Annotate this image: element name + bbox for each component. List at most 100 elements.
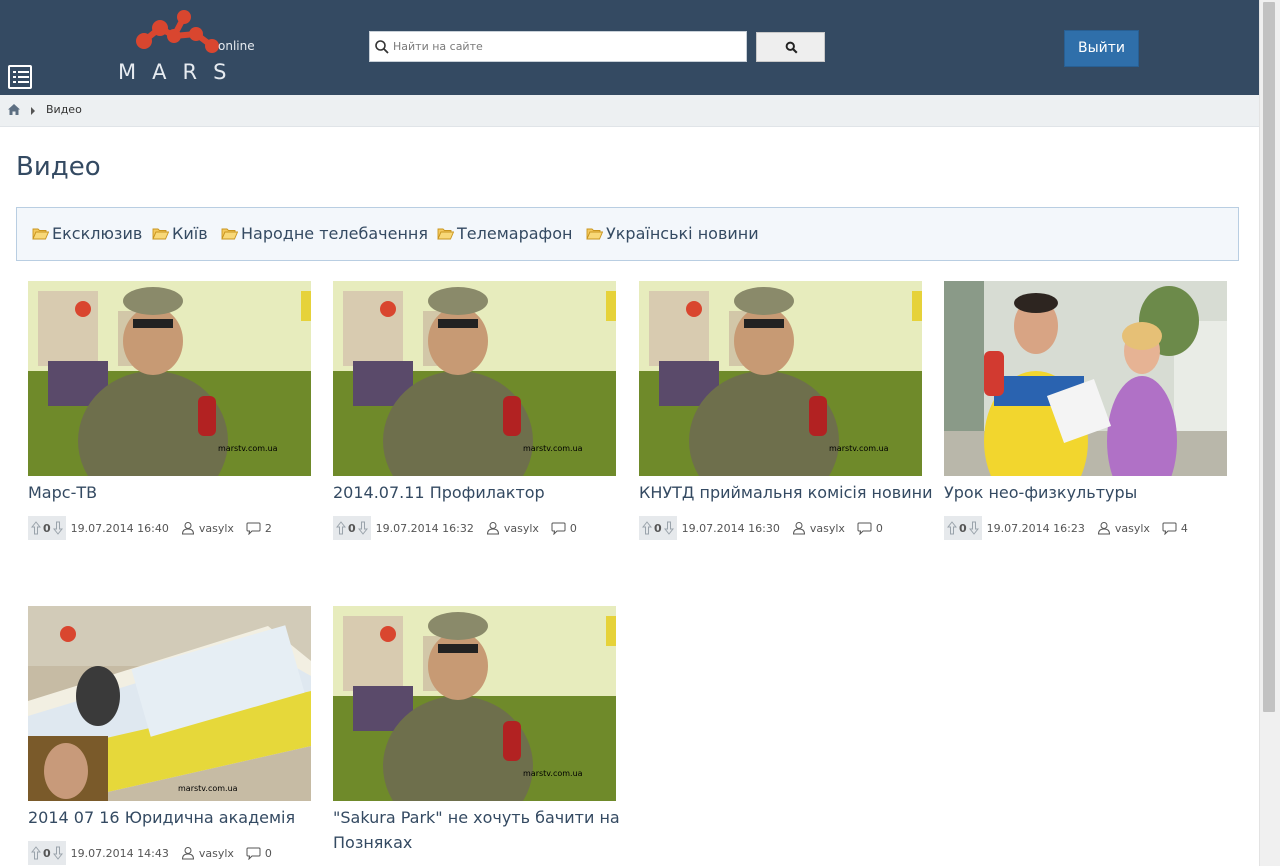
arrow-down-icon[interactable] bbox=[52, 521, 63, 535]
vote-box: 0 bbox=[28, 516, 66, 540]
folder-open-icon bbox=[221, 228, 238, 240]
vote-count: 0 bbox=[654, 521, 662, 535]
video-thumbnail[interactable] bbox=[944, 281, 1227, 476]
video-date: 19.07.2014 16:40 bbox=[71, 522, 169, 535]
video-card[interactable]: marstv.com.ua "Sakura Park" не хочуть ба… bbox=[333, 606, 620, 852]
video-thumbnail-image: marstv.com.ua bbox=[639, 281, 922, 476]
video-author[interactable]: vasylx bbox=[486, 521, 539, 535]
category-link[interactable]: Ексклюзив bbox=[32, 224, 142, 243]
menu-list-icon[interactable] bbox=[8, 65, 32, 89]
user-icon bbox=[792, 522, 805, 535]
video-author[interactable]: vasylx bbox=[181, 521, 234, 535]
video-title[interactable]: Марс-ТВ bbox=[28, 480, 338, 505]
video-date-text: 19.07.2014 16:30 bbox=[681, 521, 780, 535]
video-watermark: marstv.com.ua bbox=[829, 444, 889, 453]
scrollbar-thumb[interactable] bbox=[1263, 2, 1275, 712]
arrow-up-icon[interactable] bbox=[31, 521, 41, 535]
category-link[interactable]: Народне телебачення bbox=[221, 224, 428, 243]
arrow-up-icon[interactable] bbox=[31, 846, 41, 860]
video-author[interactable]: vasylx bbox=[181, 846, 234, 860]
video-comment-count: 0 bbox=[569, 521, 577, 535]
folder-open-icon bbox=[32, 228, 49, 240]
category-label: Народне телебачення bbox=[241, 224, 428, 243]
video-date: 19.07.2014 16:23 bbox=[987, 522, 1085, 535]
video-author-name: vasylx bbox=[1114, 521, 1150, 535]
video-thumbnail[interactable]: marstv.com.ua bbox=[639, 281, 922, 476]
arrow-down-icon[interactable] bbox=[663, 521, 674, 535]
video-comments[interactable]: 0 bbox=[551, 522, 577, 535]
video-date-text: 19.07.2014 16:32 bbox=[375, 521, 474, 535]
category-link[interactable]: Київ bbox=[152, 224, 208, 243]
video-thumbnail[interactable]: marstv.com.ua bbox=[28, 281, 311, 476]
search-icon bbox=[375, 40, 389, 54]
user-icon bbox=[181, 847, 194, 860]
category-link[interactable]: Телемарафон bbox=[437, 224, 572, 243]
vote-box: 0 bbox=[333, 516, 371, 540]
video-card[interactable]: marstv.com.ua Марс-ТВ 0 19.07.2014 16:40… bbox=[28, 281, 311, 540]
video-title[interactable]: КНУТД приймальня комісія новини bbox=[639, 480, 949, 505]
search-input[interactable] bbox=[393, 32, 743, 61]
video-comments[interactable]: 2 bbox=[246, 522, 272, 535]
video-thumbnail[interactable]: marstv.com.ua bbox=[28, 606, 311, 801]
video-author-name: vasylx bbox=[503, 521, 539, 535]
video-title[interactable]: 2014 07 16 Юридична академія bbox=[28, 805, 338, 830]
home-icon[interactable] bbox=[8, 104, 20, 115]
video-author[interactable]: vasylx bbox=[792, 521, 845, 535]
video-thumbnail-image: marstv.com.ua bbox=[333, 606, 616, 801]
video-comments[interactable]: 0 bbox=[857, 522, 883, 535]
video-thumbnail-image bbox=[944, 281, 1227, 476]
video-meta: 0 19.07.2014 16:32 vasylx 0 bbox=[333, 516, 589, 540]
search-button[interactable] bbox=[756, 32, 825, 62]
video-watermark: marstv.com.ua bbox=[178, 784, 238, 793]
video-thumbnail[interactable]: marstv.com.ua bbox=[333, 281, 616, 476]
video-thumbnail[interactable]: marstv.com.ua bbox=[333, 606, 616, 801]
arrow-up-icon[interactable] bbox=[642, 521, 652, 535]
video-comments[interactable]: 0 bbox=[246, 847, 272, 860]
video-date-text: 19.07.2014 16:23 bbox=[986, 521, 1085, 535]
arrow-up-icon[interactable] bbox=[336, 521, 346, 535]
category-label: Телемарафон bbox=[457, 224, 573, 243]
video-comment-count: 2 bbox=[264, 521, 272, 535]
video-comment-count: 0 bbox=[875, 521, 883, 535]
video-card[interactable]: marstv.com.ua КНУТД приймальня комісія н… bbox=[639, 281, 932, 540]
video-card[interactable]: marstv.com.ua 2014.07.11 Профилактор 0 1… bbox=[333, 281, 616, 540]
video-date: 19.07.2014 16:30 bbox=[682, 522, 780, 535]
comment-icon bbox=[246, 522, 261, 535]
logo-text: MARS bbox=[118, 60, 243, 84]
video-author[interactable]: vasylx bbox=[1097, 521, 1150, 535]
category-link[interactable]: Українські новини bbox=[586, 224, 759, 243]
vote-box: 0 bbox=[944, 516, 982, 540]
video-thumbnail-image: marstv.com.ua bbox=[28, 281, 311, 476]
video-comment-count: 0 bbox=[264, 846, 272, 860]
video-watermark: marstv.com.ua bbox=[523, 769, 583, 778]
video-comments[interactable]: 4 bbox=[1162, 522, 1188, 535]
video-card[interactable]: Урок нео-физкультуры 0 19.07.2014 16:23 … bbox=[944, 281, 1227, 540]
video-card[interactable]: marstv.com.ua 2014 07 16 Юридична академ… bbox=[28, 606, 311, 865]
chevron-right-icon bbox=[31, 107, 35, 115]
video-title[interactable]: "Sakura Park" не хочуть бачити на Позняк… bbox=[333, 805, 643, 855]
search-box bbox=[369, 31, 747, 62]
video-meta: 0 19.07.2014 16:30 vasylx 0 bbox=[639, 516, 895, 540]
video-comment-count: 4 bbox=[1180, 521, 1188, 535]
arrow-down-icon[interactable] bbox=[52, 846, 63, 860]
category-label: Київ bbox=[172, 224, 208, 243]
breadcrumb-current: Видео bbox=[46, 103, 82, 116]
user-icon bbox=[1097, 522, 1110, 535]
arrow-up-icon[interactable] bbox=[947, 521, 957, 535]
site-header: online MARS Выйти bbox=[0, 0, 1259, 95]
site-logo[interactable]: online MARS bbox=[114, 6, 264, 88]
video-title[interactable]: 2014.07.11 Профилактор bbox=[333, 480, 643, 505]
video-thumbnail-image: marstv.com.ua bbox=[333, 281, 616, 476]
comment-icon bbox=[551, 522, 566, 535]
video-title[interactable]: Урок нео-физкультуры bbox=[944, 480, 1254, 505]
video-meta: 0 19.07.2014 16:40 vasylx 2 bbox=[28, 516, 284, 540]
video-author-name: vasylx bbox=[809, 521, 845, 535]
folder-open-icon bbox=[586, 228, 603, 240]
user-icon bbox=[181, 522, 194, 535]
category-label: Ексклюзив bbox=[52, 224, 143, 243]
arrow-down-icon[interactable] bbox=[968, 521, 979, 535]
arrow-down-icon[interactable] bbox=[357, 521, 368, 535]
logout-button[interactable]: Выйти bbox=[1064, 30, 1139, 67]
breadcrumb: Видео bbox=[0, 95, 1259, 127]
scrollbar[interactable] bbox=[1259, 0, 1280, 866]
